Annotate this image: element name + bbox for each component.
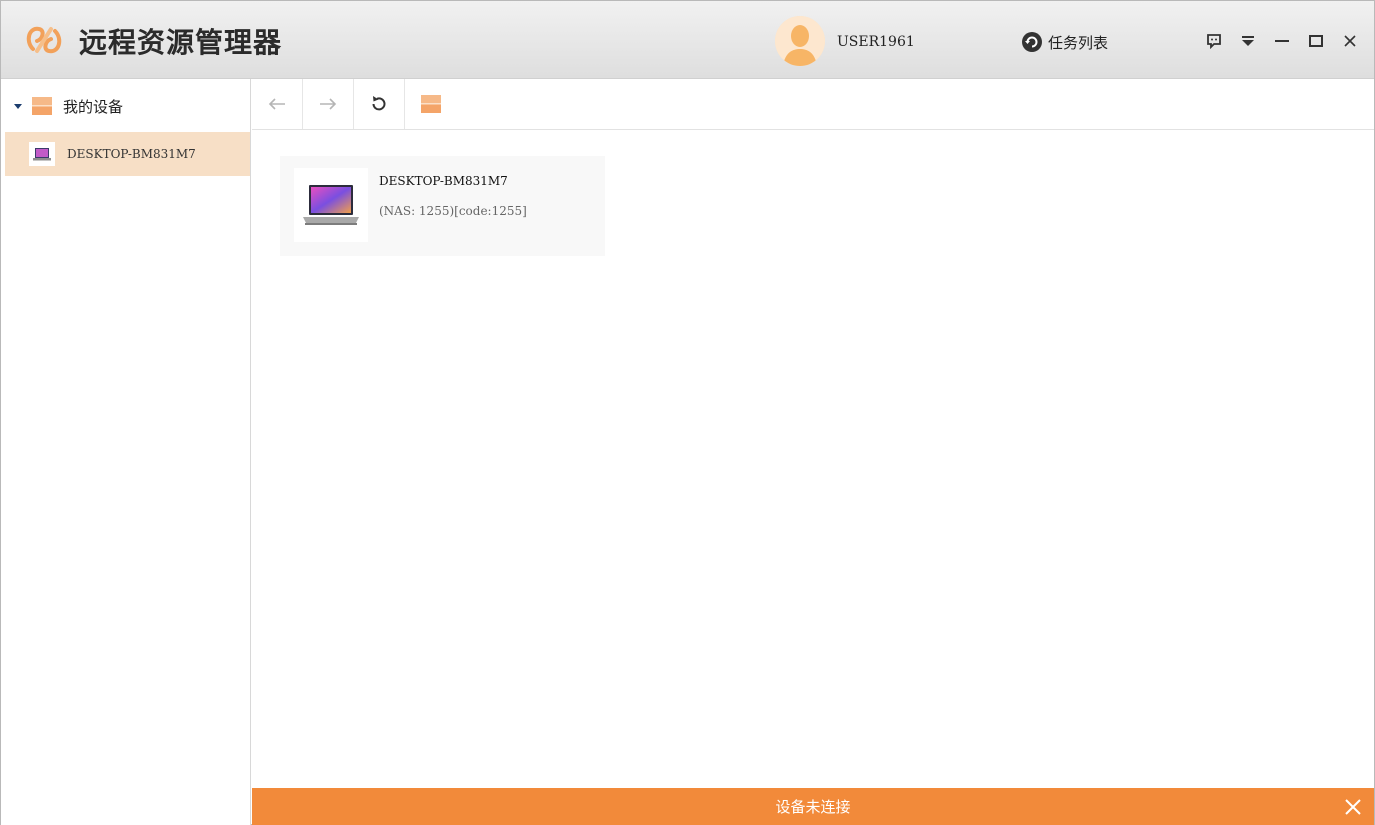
refresh-button[interactable] — [354, 79, 405, 129]
feedback-button[interactable] — [1197, 29, 1231, 53]
device-name: DESKTOP-BM831M7 — [379, 174, 508, 188]
sidebar-item-device[interactable]: DESKTOP-BM831M7 — [5, 132, 250, 176]
window-controls — [1197, 29, 1367, 53]
status-text: 设备未连接 — [775, 798, 851, 816]
minimize-icon — [1275, 40, 1289, 42]
username-label[interactable]: USER1961 — [837, 34, 915, 50]
user-avatar-icon[interactable] — [775, 16, 825, 66]
close-icon — [1345, 799, 1361, 815]
app-window: 远程资源管理器 USER1961 任务列表 我的设备 DESKTOP-BM831… — [0, 0, 1375, 825]
folder-icon — [32, 97, 52, 115]
toolbar — [252, 79, 1374, 130]
sidebar-item-label: DESKTOP-BM831M7 — [67, 147, 196, 161]
status-bar: 设备未连接 — [252, 788, 1374, 825]
laptop-icon — [303, 185, 359, 225]
close-icon — [1344, 35, 1356, 47]
dropdown-menu-icon — [1242, 36, 1254, 46]
refresh-circle-icon — [1022, 32, 1042, 52]
sidebar: 我的设备 DESKTOP-BM831M7 — [1, 79, 251, 825]
task-list-label: 任务列表 — [1048, 33, 1109, 52]
tree-root-label: 我的设备 — [63, 97, 124, 116]
folder-icon — [420, 95, 441, 113]
message-icon — [1207, 34, 1221, 49]
device-card[interactable]: DESKTOP-BM831M7 (NAS: 1255)[code:1255] — [280, 156, 605, 256]
forward-button[interactable] — [303, 79, 354, 129]
device-info: (NAS: 1255)[code:1255] — [379, 204, 527, 218]
menu-button[interactable] — [1231, 29, 1265, 53]
laptop-icon — [29, 142, 55, 166]
caret-down-icon[interactable] — [13, 101, 23, 111]
tree-root-my-devices[interactable]: 我的设备 — [1, 89, 251, 123]
back-button[interactable] — [252, 79, 303, 129]
app-logo-icon — [26, 26, 62, 54]
minimize-button[interactable] — [1265, 29, 1299, 53]
app-title: 远程资源管理器 — [79, 26, 283, 59]
content-area: DESKTOP-BM831M7 (NAS: 1255)[code:1255] — [252, 130, 1374, 788]
folder-view-button[interactable] — [405, 79, 456, 129]
close-button[interactable] — [1333, 29, 1367, 53]
title-bar: 远程资源管理器 USER1961 任务列表 — [1, 1, 1374, 79]
task-list-button[interactable]: 任务列表 — [1021, 31, 1108, 53]
arrow-left-icon — [268, 98, 285, 110]
status-close-button[interactable] — [1342, 796, 1364, 818]
maximize-button[interactable] — [1299, 29, 1333, 53]
arrow-right-icon — [320, 98, 337, 110]
refresh-icon — [372, 96, 386, 111]
device-thumbnail — [294, 168, 368, 242]
maximize-icon — [1309, 35, 1323, 47]
